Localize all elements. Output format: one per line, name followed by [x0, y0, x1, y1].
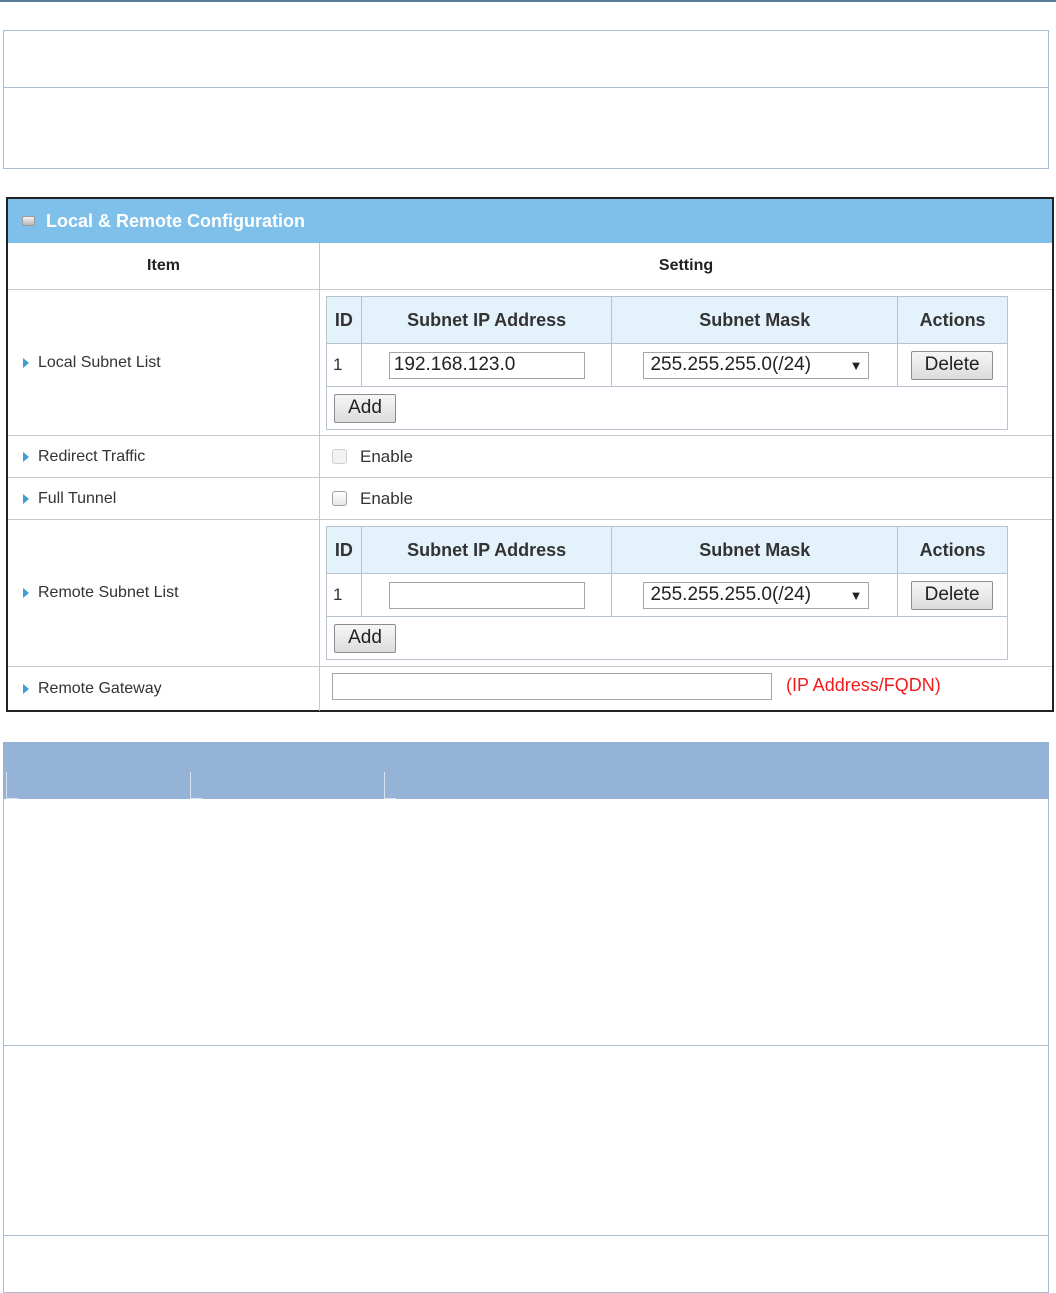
remote-gateway-input[interactable] — [332, 673, 772, 700]
panel-bullet-icon — [22, 216, 35, 226]
dropdown-arrow-icon: ▼ — [849, 357, 863, 373]
table-header-row: ID Subnet IP Address Subnet Mask Actions — [326, 296, 1008, 344]
table-header-row: ID Subnet IP Address Subnet Mask Actions — [326, 526, 1008, 574]
col-header-actions: Actions — [897, 296, 1008, 344]
remote-gateway-setting: (IP Address/FQDN) — [320, 667, 1052, 711]
selected-mask: 255.255.255.0(/24) — [650, 584, 812, 605]
column-header-item: Item — [8, 243, 320, 290]
add-row: Add — [326, 616, 1008, 660]
ip-cell — [360, 573, 613, 617]
doc-table-row — [4, 799, 1048, 1046]
local-subnet-ip-input[interactable] — [388, 351, 585, 379]
row-label-remote-gateway: Remote Gateway — [8, 667, 320, 711]
add-remote-subnet-button[interactable]: Add — [334, 623, 396, 653]
panel-title-bar: Local & Remote Configuration — [8, 199, 1052, 243]
row-label-local-subnet: Local Subnet List — [8, 290, 320, 436]
col-header-actions: Actions — [897, 526, 1008, 574]
row-id: 1 — [326, 573, 362, 617]
remote-gateway-label: Remote Gateway — [38, 680, 162, 697]
doc-table-top — [3, 30, 1049, 169]
config-grid: Item Setting Local Subnet List ID Subnet… — [8, 243, 1052, 711]
remote-subnet-table: ID Subnet IP Address Subnet Mask Actions… — [326, 526, 1008, 660]
doc-table-bottom — [3, 799, 1049, 1293]
col-header-id: ID — [326, 526, 362, 574]
col-header-subnet-mask: Subnet Mask — [611, 526, 899, 574]
actions-cell: Delete — [897, 343, 1008, 387]
local-subnet-table: ID Subnet IP Address Subnet Mask Actions… — [326, 296, 1008, 430]
triangle-bullet-icon — [23, 357, 29, 368]
full-tunnel-setting: Enable — [320, 478, 1052, 520]
local-subnet-setting: ID Subnet IP Address Subnet Mask Actions… — [320, 290, 1052, 436]
remote-subnet-ip-input[interactable] — [388, 581, 585, 609]
remote-gateway-hint: (IP Address/FQDN) — [786, 675, 941, 695]
doc-table-row — [4, 1236, 1048, 1291]
selected-mask: 255.255.255.0(/24) — [650, 354, 812, 375]
col-header-subnet-mask: Subnet Mask — [611, 296, 899, 344]
dropdown-arrow-icon: ▼ — [849, 587, 863, 603]
row-label-remote-subnet: Remote Subnet List — [8, 520, 320, 667]
redirect-traffic-checkbox[interactable] — [332, 449, 347, 464]
local-subnet-label: Local Subnet List — [38, 353, 161, 371]
panel-title: Local & Remote Configuration — [46, 210, 306, 231]
remote-subnet-mask-select[interactable]: 255.255.255.0(/24) ▼ — [643, 581, 870, 609]
remote-subnet-label: Remote Subnet List — [38, 584, 179, 601]
full-tunnel-label: Full Tunnel — [38, 489, 117, 507]
redirect-traffic-setting: Enable — [320, 436, 1052, 478]
local-remote-configuration-panel: Local & Remote Configuration Item Settin… — [6, 197, 1054, 712]
add-row: Add — [326, 386, 1008, 430]
remote-subnet-setting: ID Subnet IP Address Subnet Mask Actions… — [320, 520, 1052, 667]
delete-button[interactable]: Delete — [911, 580, 994, 610]
row-id: 1 — [326, 343, 362, 387]
local-subnet-mask-select[interactable]: 255.255.255.0(/24) ▼ — [643, 351, 870, 379]
mask-cell: 255.255.255.0(/24) ▼ — [611, 573, 899, 617]
triangle-bullet-icon — [23, 684, 29, 694]
col-header-subnet-ip: Subnet IP Address — [360, 296, 613, 344]
header-divider — [6, 772, 18, 799]
header-divider — [190, 772, 202, 799]
page-top-rule — [0, 0, 1056, 2]
triangle-bullet-icon — [23, 588, 29, 598]
col-header-id: ID — [326, 296, 362, 344]
col-header-subnet-ip: Subnet IP Address — [360, 526, 613, 574]
redirect-traffic-enable-label: Enable — [360, 446, 413, 466]
table-row: 1 255.255.255.0(/24) ▼ Delete — [326, 573, 1008, 617]
full-tunnel-checkbox[interactable] — [332, 491, 347, 506]
doc-table-row — [4, 31, 1048, 88]
add-cell: Add — [326, 386, 1008, 430]
delete-button[interactable]: Delete — [911, 350, 994, 380]
add-local-subnet-button[interactable]: Add — [334, 393, 396, 423]
row-label-full-tunnel: Full Tunnel — [8, 478, 320, 520]
add-cell: Add — [326, 616, 1008, 660]
triangle-bullet-icon — [23, 451, 29, 462]
actions-cell: Delete — [897, 573, 1008, 617]
doc-table-header — [3, 742, 1049, 799]
column-header-setting: Setting — [320, 243, 1052, 290]
header-divider — [384, 772, 396, 799]
row-label-redirect-traffic: Redirect Traffic — [8, 436, 320, 478]
redirect-traffic-label: Redirect Traffic — [38, 447, 146, 465]
mask-cell: 255.255.255.0(/24) ▼ — [611, 343, 899, 387]
doc-table-row — [4, 1046, 1048, 1236]
doc-table-row — [4, 88, 1048, 168]
table-row: 1 255.255.255.0(/24) ▼ Delete — [326, 343, 1008, 387]
full-tunnel-enable-label: Enable — [360, 488, 413, 508]
ip-cell — [360, 343, 613, 387]
triangle-bullet-icon — [23, 493, 29, 504]
